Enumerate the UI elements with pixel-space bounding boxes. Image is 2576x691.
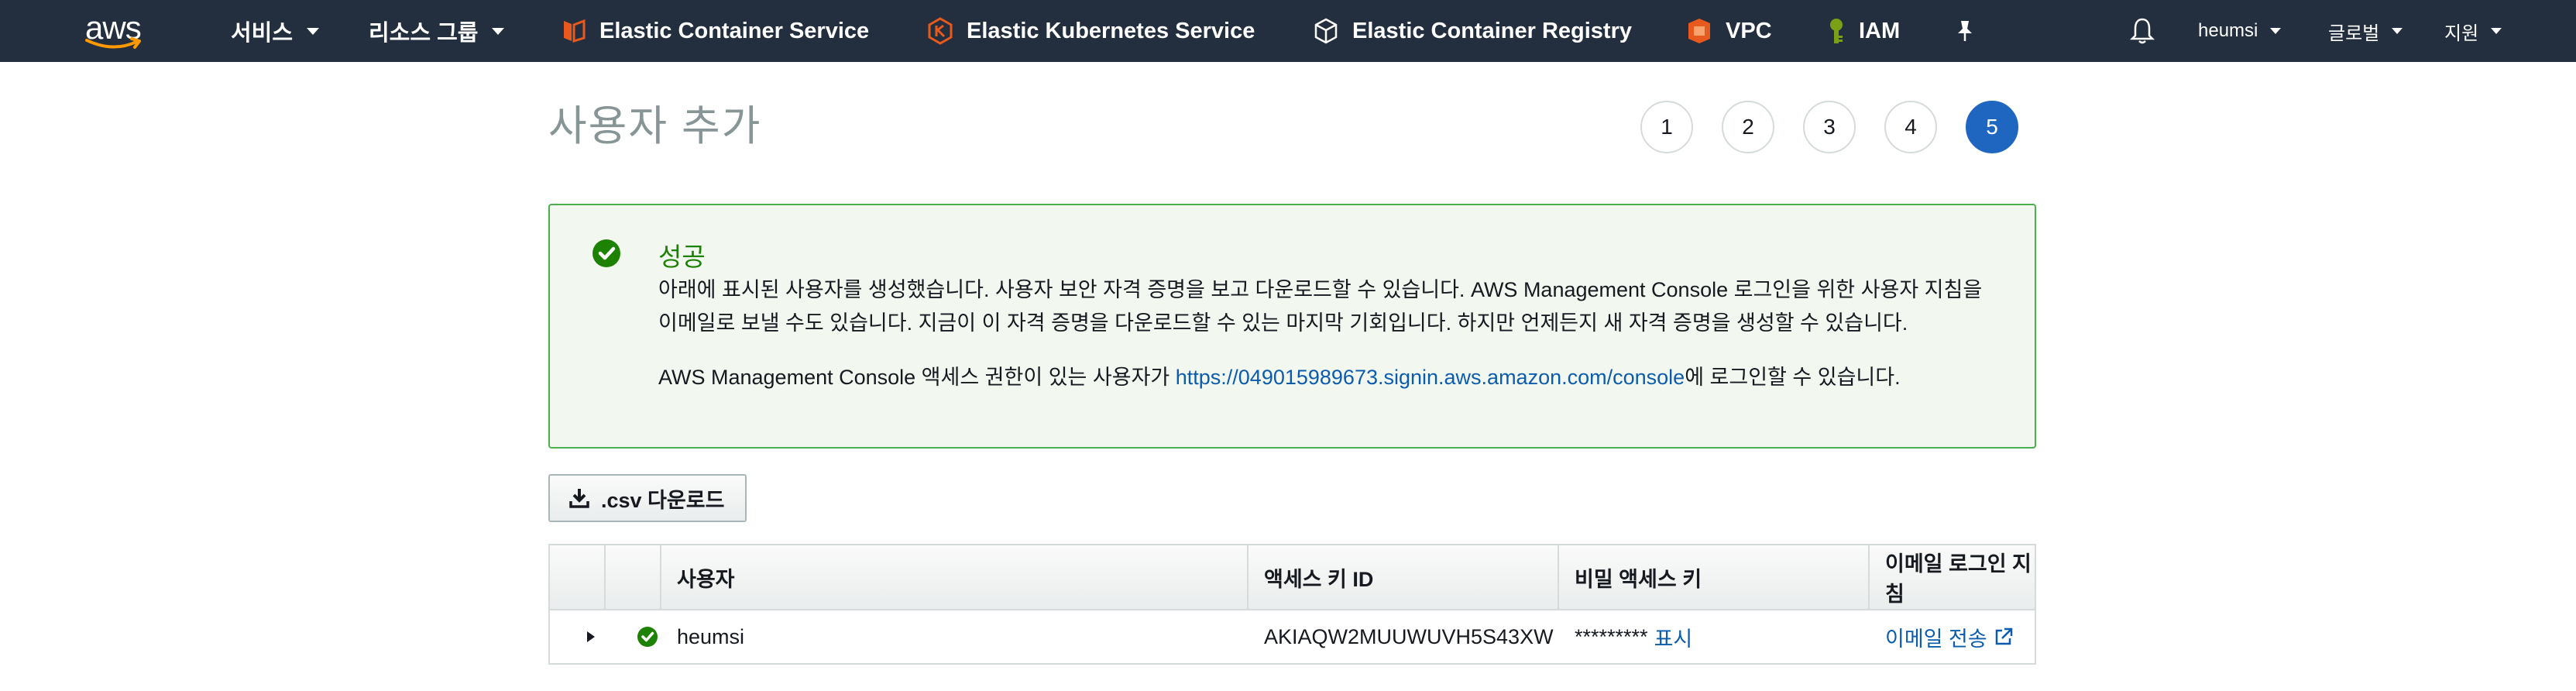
aws-logo[interactable]: aws	[84, 8, 149, 54]
header-secret-key[interactable]: 비밀 액세스 키	[1559, 545, 1870, 609]
row-access-key-id: AKIAQW2MUUWUVH5S43XW	[1264, 624, 1554, 648]
step-2[interactable]: 2	[1722, 101, 1774, 153]
step-5[interactable]: 5	[1966, 101, 2018, 153]
pinned-eks[interactable]: Elastic Kubernetes Service	[926, 0, 1255, 62]
pinned-label: Elastic Kubernetes Service	[967, 18, 1255, 43]
vpc-icon	[1688, 19, 1710, 43]
send-email-link[interactable]: 이메일 전송	[1870, 610, 2014, 663]
services-menu[interactable]: 서비스	[231, 0, 320, 62]
show-secret-link[interactable]: 표시	[1654, 622, 1693, 652]
pin-icon	[1958, 21, 1972, 41]
csv-download-label: .csv 다운로드	[601, 488, 725, 512]
top-navigation: aws 서비스 리소스 그룹 Elastic Container Service…	[0, 0, 2576, 62]
region-menu[interactable]: 글로벌	[2328, 0, 2403, 62]
notifications-button[interactable]	[2130, 0, 2155, 62]
success-alert: 성공 아래에 표시된 사용자를 생성했습니다. 사용자 보안 자격 증명을 보고…	[548, 204, 2036, 449]
pinned-label: Elastic Container Registry	[1352, 18, 1632, 43]
support-label: 지원	[2444, 22, 2479, 44]
header-access-key-id[interactable]: 액세스 키 ID	[1249, 545, 1559, 609]
caret-right-icon	[587, 631, 595, 642]
console-url-line: AWS Management Console 액세스 권한이 있는 사용자가 h…	[658, 360, 1901, 390]
services-label: 서비스	[231, 21, 294, 46]
csv-download-button[interactable]: .csv 다운로드	[548, 474, 747, 522]
step-3[interactable]: 3	[1803, 101, 1856, 153]
wizard-steps: 1 2 3 4 5	[1640, 101, 2018, 153]
send-email-label: 이메일 전송	[1885, 627, 1987, 651]
expand-row-button[interactable]	[570, 610, 601, 663]
resource-groups-label: 리소스 그룹	[369, 21, 479, 46]
chevron-down-icon	[2392, 28, 2403, 34]
resource-groups-menu[interactable]: 리소스 그룹	[369, 0, 505, 62]
table-row: heumsi AKIAQW2MUUWUVH5S43XW ********* 표시…	[550, 610, 2035, 663]
console-signin-link[interactable]: https://049015989673.signin.aws.amazon.c…	[1176, 366, 1685, 389]
row-user: heumsi	[677, 624, 745, 648]
bell-icon	[2130, 18, 2155, 44]
chevron-down-icon	[307, 27, 320, 35]
pinned-ecr[interactable]: Elastic Container Registry	[1312, 0, 1632, 62]
pinned-label: IAM	[1859, 18, 1901, 43]
success-message: 아래에 표시된 사용자를 생성했습니다. 사용자 보안 자격 증명을 보고 다운…	[658, 278, 1983, 335]
chevron-down-icon	[2270, 28, 2282, 34]
credentials-table: 사용자 액세스 키 ID 비밀 액세스 키 이메일 로그인 지침 heumsi …	[548, 544, 2036, 665]
iam-icon	[1830, 19, 1843, 43]
pinned-label: VPC	[1726, 18, 1772, 43]
account-menu[interactable]: heumsi	[2198, 0, 2282, 62]
row-secret-key: ********* 표시	[1559, 610, 1692, 663]
download-icon	[569, 489, 589, 508]
pinned-label: Elastic Container Service	[599, 18, 870, 43]
eks-icon	[928, 17, 953, 45]
table-header: 사용자 액세스 키 ID 비밀 액세스 키 이메일 로그인 지침	[550, 545, 2035, 610]
pinned-ecs[interactable]: Elastic Container Service	[561, 0, 869, 62]
support-menu[interactable]: 지원	[2444, 0, 2502, 62]
console-url-prefix: AWS Management Console 액세스 권한이 있는 사용자가	[658, 366, 1176, 389]
header-user[interactable]: 사용자	[661, 545, 1249, 609]
external-link-icon	[1995, 627, 2012, 645]
pinned-iam[interactable]: IAM	[1826, 0, 1900, 62]
region-label: 글로벌	[2328, 22, 2380, 44]
check-circle-icon	[592, 239, 620, 267]
account-label: heumsi	[2198, 20, 2258, 41]
ecr-icon	[1314, 18, 1338, 44]
chevron-down-icon	[2491, 28, 2502, 34]
aws-smile-icon	[85, 37, 141, 49]
success-title: 성공	[658, 242, 706, 271]
row-status	[621, 610, 660, 663]
check-circle-icon	[637, 627, 658, 647]
pin-shortcut-button[interactable]	[1955, 0, 1975, 62]
chevron-down-icon	[492, 27, 505, 35]
header-email-instructions: 이메일 로그인 지침	[1885, 552, 2032, 606]
header-status-col	[606, 545, 661, 609]
header-expand-col	[550, 545, 606, 609]
step-1[interactable]: 1	[1640, 101, 1693, 153]
ecs-icon	[564, 19, 586, 43]
step-4[interactable]: 4	[1884, 101, 1937, 153]
page-title: 사용자 추가	[548, 103, 762, 150]
pinned-vpc[interactable]: VPC	[1685, 0, 1772, 62]
console-url-suffix: 에 로그인할 수 있습니다.	[1685, 366, 1901, 389]
secret-masked: *********	[1575, 624, 1648, 648]
